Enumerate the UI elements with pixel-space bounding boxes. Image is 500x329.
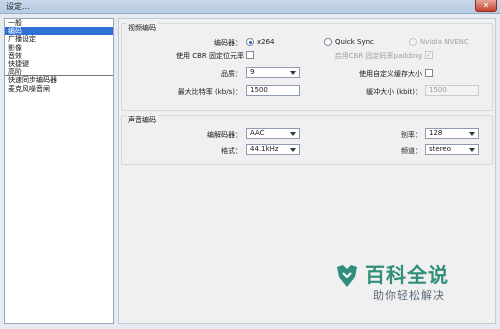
- encoder-label: 编码器：: [214, 39, 242, 47]
- channel-select[interactable]: stereo: [425, 144, 479, 155]
- sidebar-item-noise-gate[interactable]: 麦克风噪音闸: [5, 85, 113, 93]
- chevron-down-icon: [469, 148, 475, 152]
- sidebar-item-hotkeys[interactable]: 快捷键: [5, 60, 113, 68]
- max-bitrate-label: 最大比特率 (kb/s)：: [177, 88, 242, 96]
- sidebar-item-broadcast[interactable]: 广播设定: [5, 35, 113, 43]
- sidebar-item-audio[interactable]: 音效: [5, 52, 113, 60]
- settings-category-list[interactable]: 一般 编码 广播设定 影像 音效 快捷键 高阶 快速同步编码器 麦克风噪音闸: [4, 18, 114, 324]
- nvenc-label: Nvidia NVENC: [420, 38, 469, 46]
- audio-bitrate-value: 128: [429, 129, 443, 137]
- nvenc-radio[interactable]: [409, 38, 417, 46]
- watermark-subtitle: 助你轻松解决: [373, 289, 445, 302]
- chevron-down-icon: [290, 148, 296, 152]
- watermark-logo-icon: [337, 265, 357, 287]
- x264-radio[interactable]: [246, 38, 254, 46]
- cbr-padding-checkbox[interactable]: ✓: [425, 51, 433, 59]
- watermark-title: 百科全说: [365, 263, 449, 287]
- codec-select[interactable]: AAC: [246, 128, 300, 139]
- sidebar-item-quicksync[interactable]: 快速同步编码器: [5, 76, 113, 84]
- quicksync-label: Quick Sync: [335, 38, 374, 46]
- codec-value: AAC: [250, 129, 265, 137]
- quality-label: 品质：: [221, 70, 242, 78]
- close-icon: ✕: [482, 1, 490, 10]
- format-value: 44.1kHz: [250, 145, 279, 153]
- x264-label: x264: [257, 38, 275, 46]
- format-label: 格式：: [221, 147, 242, 155]
- custom-buffer-label: 使用自定义缓存大小: [359, 70, 422, 78]
- chevron-down-icon: [469, 132, 475, 136]
- quality-value: 9: [250, 68, 255, 76]
- sidebar-item-general[interactable]: 一般: [5, 19, 113, 27]
- video-section-title: 视频编码: [126, 23, 158, 33]
- settings-dialog: 一般 编码 广播设定 影像 音效 快捷键 高阶 快速同步编码器 麦克风噪音闸 视…: [0, 14, 500, 329]
- max-bitrate-input[interactable]: 1500: [246, 85, 300, 96]
- watermark: 百科全说 助你轻松解决: [333, 259, 483, 319]
- cbr-checkbox[interactable]: [246, 51, 254, 59]
- cbr-label: 使用 CBR 固定位元率: [175, 52, 244, 60]
- audio-bitrate-label: 别率：: [401, 131, 422, 139]
- audio-encoding-group: 声音编码 编解码器： AAC 别率： 128 格式： 44.1kHz 频道： s…: [121, 115, 493, 165]
- close-button[interactable]: ✕: [475, 0, 497, 12]
- sidebar-item-video[interactable]: 影像: [5, 44, 113, 52]
- quality-select[interactable]: 9: [246, 67, 300, 78]
- title-bar: 设定... ✕: [0, 0, 500, 14]
- audio-section-title: 声音编码: [126, 115, 158, 125]
- buffer-size-input[interactable]: 1500: [425, 85, 479, 96]
- codec-label: 编解码器：: [207, 131, 242, 139]
- chevron-down-icon: [290, 132, 296, 136]
- cbr-padding-label: 启用CBR 固定码率padding: [334, 52, 422, 60]
- window-title: 设定...: [6, 2, 30, 11]
- channel-label: 频道：: [401, 147, 422, 155]
- format-select[interactable]: 44.1kHz: [246, 144, 300, 155]
- video-encoding-group: 视频编码 编码器： x264 Quick Sync Nvidia NVENC 使…: [121, 23, 493, 111]
- custom-buffer-checkbox[interactable]: [425, 69, 433, 77]
- buffer-size-label: 缓冲大小 (kbit)：: [366, 88, 422, 96]
- chevron-down-icon: [290, 71, 296, 75]
- audio-bitrate-select[interactable]: 128: [425, 128, 479, 139]
- quicksync-radio[interactable]: [324, 38, 332, 46]
- channel-value: stereo: [429, 145, 452, 153]
